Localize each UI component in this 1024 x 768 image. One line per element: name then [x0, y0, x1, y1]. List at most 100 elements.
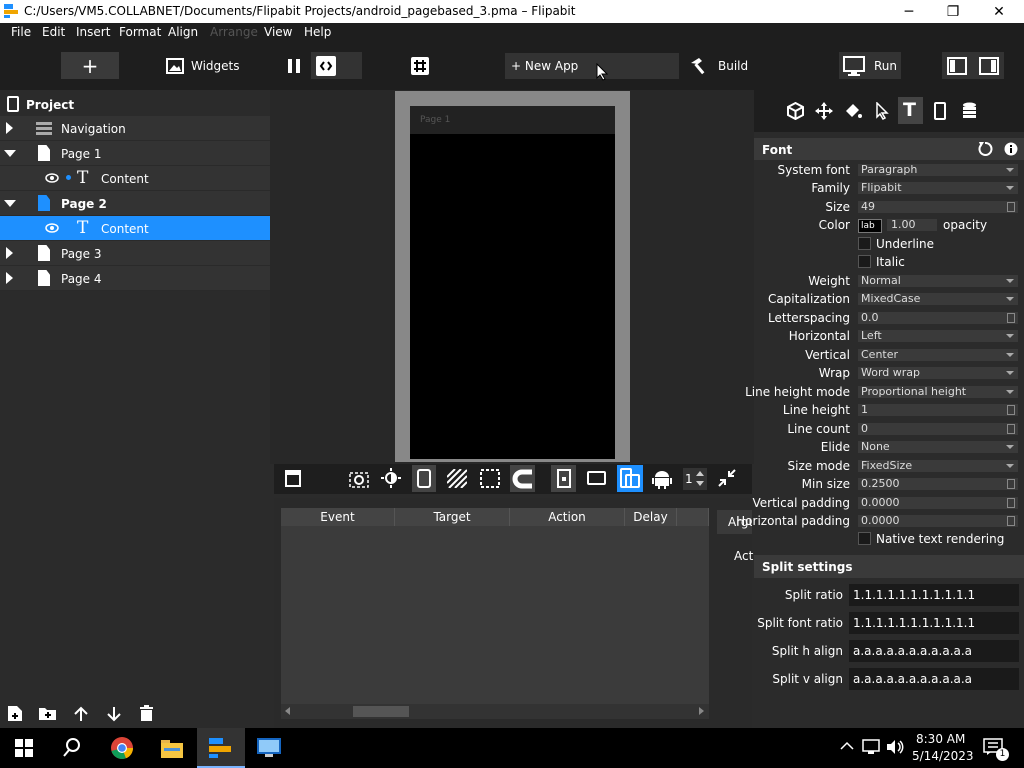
spin-down-icon[interactable]: [696, 481, 704, 486]
page-counter-spinbox[interactable]: 1: [683, 468, 707, 490]
split-section-header[interactable]: Split settings: [754, 555, 1024, 578]
horizontal-select[interactable]: Left: [858, 330, 1018, 342]
h-scrollbar[interactable]: [281, 704, 709, 719]
device-screen[interactable]: [410, 106, 615, 459]
menu-help[interactable]: Help: [304, 25, 331, 39]
network-icon[interactable]: [862, 739, 880, 755]
tree-item-page-1[interactable]: Page 1: [0, 141, 270, 166]
col-delay[interactable]: Delay: [625, 508, 677, 526]
left-panel-icon[interactable]: [947, 56, 967, 75]
file-explorer-icon[interactable]: [161, 738, 183, 758]
scroll-left-icon[interactable]: [285, 707, 290, 715]
build-button[interactable]: Build: [689, 54, 748, 78]
paint-bucket-icon[interactable]: [844, 102, 862, 120]
brightness-icon[interactable]: [381, 468, 401, 488]
minimize-button[interactable]: ─: [886, 0, 932, 23]
wrap-select[interactable]: Word wrap: [858, 367, 1018, 379]
tree-item-navigation[interactable]: Navigation: [0, 116, 270, 141]
portrait-button[interactable]: [551, 465, 576, 492]
min-size-input[interactable]: 0.2500: [858, 478, 1018, 490]
add-button[interactable]: +: [61, 52, 119, 79]
grid-button[interactable]: [409, 54, 431, 78]
spinner-icon[interactable]: [1007, 479, 1015, 489]
font-section-header[interactable]: Font: [754, 138, 1024, 160]
line-count-input[interactable]: 0: [858, 423, 1018, 435]
split-ratio-input[interactable]: 1.1.1.1.1.1.1.1.1.1.1: [849, 584, 1019, 606]
android-icon[interactable]: [652, 469, 672, 489]
collapse-arrow-icon[interactable]: [4, 200, 16, 207]
move-icon[interactable]: [815, 102, 833, 120]
split-v-align-input[interactable]: a.a.a.a.a.a.a.a.a.a.a: [849, 668, 1019, 690]
mobile-icon[interactable]: [934, 102, 946, 120]
move-down-icon[interactable]: [106, 706, 122, 722]
right-panel-icon[interactable]: [979, 56, 999, 75]
run-button[interactable]: Run: [839, 52, 901, 79]
menu-edit[interactable]: Edit: [42, 25, 65, 39]
eye-icon[interactable]: [45, 173, 59, 183]
eye-icon[interactable]: [45, 223, 59, 233]
col-event[interactable]: Event: [281, 508, 395, 526]
text-properties-tab[interactable]: T: [898, 97, 923, 124]
horizontal-padding-input[interactable]: 0.0000: [858, 515, 1018, 527]
maximize-button[interactable]: ❐: [930, 0, 976, 23]
menu-insert[interactable]: Insert: [76, 25, 110, 39]
chevron-up-icon[interactable]: [840, 741, 854, 751]
vertical-select[interactable]: Center: [858, 349, 1018, 361]
spinner-icon[interactable]: [1007, 498, 1015, 508]
database-icon[interactable]: [962, 102, 977, 120]
capitalization-select[interactable]: MixedCase: [858, 293, 1018, 305]
system-font-select[interactable]: Paragraph: [858, 164, 1018, 176]
cube-icon[interactable]: [787, 102, 804, 120]
collapse-icon[interactable]: [718, 469, 736, 487]
add-page-icon[interactable]: [7, 705, 23, 722]
search-icon[interactable]: [63, 738, 81, 757]
spinner-icon[interactable]: [1007, 424, 1015, 434]
size-mode-select[interactable]: FixedSize: [858, 460, 1018, 472]
new-app-button[interactable]: + New App: [505, 53, 679, 79]
letterspacing-input[interactable]: 0.0: [858, 312, 1018, 324]
selection-icon[interactable]: [480, 469, 500, 488]
screenshot-icon[interactable]: [349, 469, 369, 488]
size-input[interactable]: 49: [858, 201, 1018, 213]
tree-item-page-1-content[interactable]: T Content: [0, 166, 270, 191]
magnet-button[interactable]: [510, 465, 535, 492]
taskbar-flipabit[interactable]: [197, 728, 245, 768]
underline-checkbox[interactable]: [858, 237, 871, 250]
color-swatch[interactable]: lab: [858, 219, 882, 233]
native-rendering-checkbox[interactable]: [858, 532, 871, 545]
volume-icon[interactable]: [886, 739, 904, 755]
col-action[interactable]: Action: [510, 508, 625, 526]
elide-select[interactable]: None: [858, 441, 1018, 453]
expand-arrow-icon[interactable]: [6, 122, 13, 134]
spinner-icon[interactable]: [1007, 516, 1015, 526]
windows-start-icon[interactable]: [15, 739, 33, 757]
menu-view[interactable]: View: [264, 25, 292, 39]
tab-actions[interactable]: Act: [734, 549, 753, 563]
hatch-icon[interactable]: [447, 469, 467, 488]
frame-icon[interactable]: [285, 470, 301, 487]
menu-align[interactable]: Align: [168, 25, 198, 39]
close-button[interactable]: ✕: [976, 0, 1022, 23]
family-select[interactable]: Flipabit: [858, 182, 1018, 194]
split-h-align-input[interactable]: a.a.a.a.a.a.a.a.a.a.a: [849, 640, 1019, 662]
spinner-icon[interactable]: [1007, 405, 1015, 415]
expand-arrow-icon[interactable]: [6, 247, 13, 259]
line-height-input[interactable]: 1: [858, 404, 1018, 416]
menu-arrange[interactable]: Arrange: [210, 25, 258, 39]
reset-icon[interactable]: [977, 141, 993, 157]
widgets-button[interactable]: Widgets: [166, 54, 240, 78]
expand-arrow-icon[interactable]: [6, 272, 13, 284]
pause-button[interactable]: [285, 54, 303, 78]
rotate-device-button[interactable]: [617, 465, 643, 492]
split-font-ratio-input[interactable]: 1.1.1.1.1.1.1.1.1.1.1: [849, 612, 1019, 634]
tree-item-page-2[interactable]: Page 2: [0, 191, 270, 216]
landscape-icon[interactable]: [587, 471, 606, 485]
clock-date[interactable]: 5/14/2023: [912, 749, 974, 763]
line-height-mode-select[interactable]: Proportional height: [858, 386, 1018, 398]
trash-icon[interactable]: [139, 705, 154, 722]
spinner-icon[interactable]: [1007, 202, 1015, 212]
opacity-input[interactable]: 1.00: [887, 219, 937, 231]
device-preview-button[interactable]: [412, 465, 436, 492]
spinner-icon[interactable]: [1007, 313, 1015, 323]
menu-format[interactable]: Format: [119, 25, 161, 39]
